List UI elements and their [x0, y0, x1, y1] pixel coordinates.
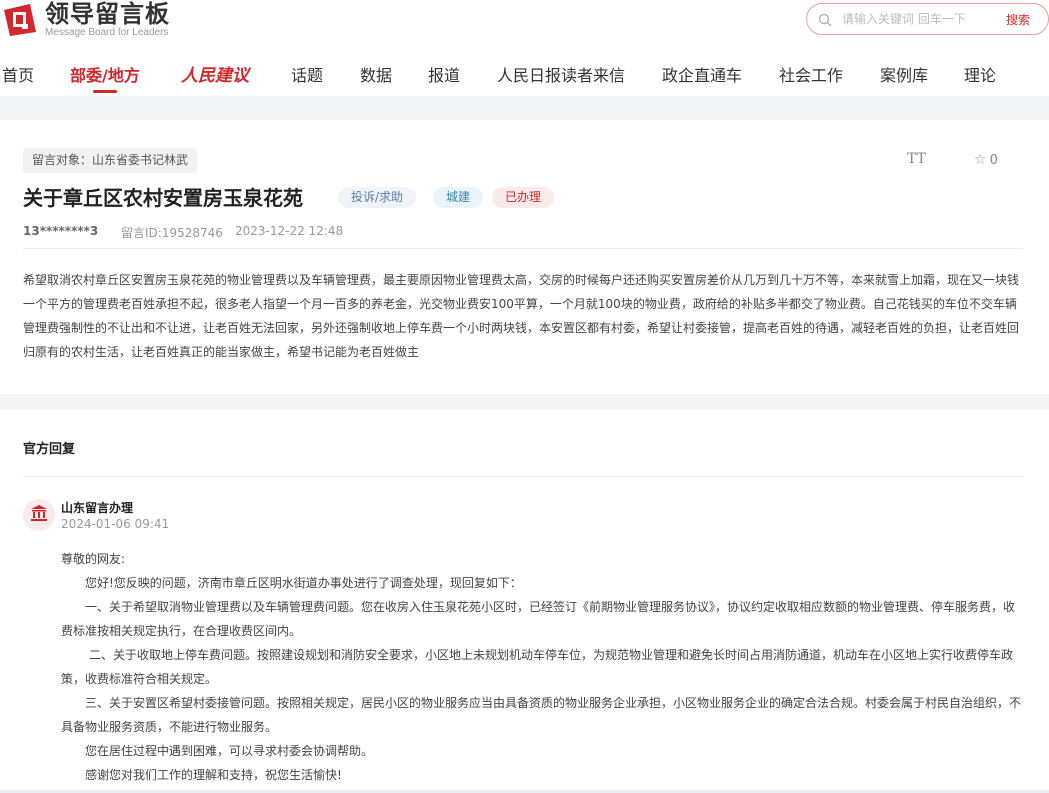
band-top	[0, 96, 1049, 120]
nav-item-ministries-local[interactable]: 部委/地方	[70, 62, 140, 93]
favorite-count: 0	[989, 152, 998, 168]
nav-item-theory[interactable]: 理论	[964, 62, 996, 86]
search-icon	[818, 12, 832, 27]
badge-type: 投诉/求助	[338, 187, 417, 208]
reply-paragraph: 三、关于安置区希望村委接管问题。按照相关规定，居民小区的物业服务应当由具备资质的…	[61, 696, 1022, 734]
nav-item-topics[interactable]: 话题	[291, 62, 323, 86]
band-middle	[0, 394, 1049, 410]
nav-item-home[interactable]: 首页	[2, 62, 34, 86]
nav-item-case-library[interactable]: 案例库	[880, 62, 928, 86]
reply-section-title: 官方回复	[23, 442, 76, 457]
nav-item-data[interactable]: 数据	[360, 62, 392, 86]
nav-item-enterprise-express[interactable]: 政企直通车	[662, 62, 742, 86]
site-header: 领导留言板 Message Board for Leaders 搜索 首页 部委…	[0, 0, 1049, 96]
nav-item-people-suggestions[interactable]: 人民建议	[181, 61, 249, 86]
message-target-tag: 留言对象：山东省委书记林武	[23, 148, 198, 173]
message-title: 关于章丘区农村安置房玉泉花苑	[23, 186, 303, 210]
site-logo[interactable]: 领导留言板 Message Board for Leaders	[2, 0, 170, 40]
font-size-icon[interactable]: TT	[907, 151, 926, 167]
avatar	[23, 499, 55, 531]
badge-category: 城建	[433, 187, 484, 208]
logo-mark-icon	[2, 2, 38, 38]
search-button[interactable]: 搜索	[1006, 11, 1030, 28]
reply-content: 尊敬的网友: 您好!您反映的问题，济南市章丘区明水街道办事处进行了调查处理，现回…	[61, 547, 1025, 787]
nav-item-readers-letters[interactable]: 人民日报读者来信	[497, 62, 625, 86]
divider	[23, 248, 1023, 249]
message-id: 留言ID:19528746	[121, 226, 223, 240]
nav-item-social-work[interactable]: 社会工作	[779, 62, 843, 86]
main-nav: 首页 部委/地方 人民建议 话题 数据 报道 人民日报读者来信 政企直通车 社会…	[0, 52, 1049, 96]
reply-greeting: 尊敬的网友:	[61, 552, 126, 566]
message-time: 2023-12-22 12:48	[235, 224, 344, 238]
search-input[interactable]	[842, 12, 1002, 26]
reply-paragraph: 一、关于希望取消物业管理费以及车辆管理费问题。您在收房入住玉泉花苑小区时，已经签…	[61, 600, 1016, 638]
logo-subtitle: Message Board for Leaders	[45, 27, 169, 38]
reply-paragraph: 您在居住过程中遇到困难，可以寻求村委会协调帮助。	[85, 744, 374, 758]
reply-org-name: 山东留言办理	[61, 501, 134, 515]
bank-icon	[30, 504, 48, 526]
reply-paragraph: 您好!您反映的问题，济南市章丘区明水街道办事处进行了调查处理，现回复如下：	[85, 576, 522, 590]
favorite-button[interactable]: ☆ 0	[974, 152, 998, 168]
reply-paragraph: 感谢您对我们工作的理解和支持，祝您生活愉快!	[85, 768, 342, 782]
search-box: 搜索	[806, 3, 1049, 35]
status-badge: 已办理	[492, 187, 555, 208]
message-user: 13********3	[23, 224, 99, 238]
star-icon: ☆	[974, 152, 987, 168]
reply-paragraph: 二、关于收取地上停车费问题。按照建设规划和消防安全要求，小区地上未规划机动车停车…	[61, 648, 1014, 686]
logo-title: 领导留言板	[45, 0, 170, 28]
message-content: 希望取消农村章丘区安置房玉泉花苑的物业管理费以及车辆管理费，最主要原因物业管理费…	[23, 273, 1020, 359]
divider	[23, 476, 1023, 477]
reply-time: 2024-01-06 09:41	[61, 517, 170, 531]
nav-item-reports[interactable]: 报道	[428, 62, 460, 86]
